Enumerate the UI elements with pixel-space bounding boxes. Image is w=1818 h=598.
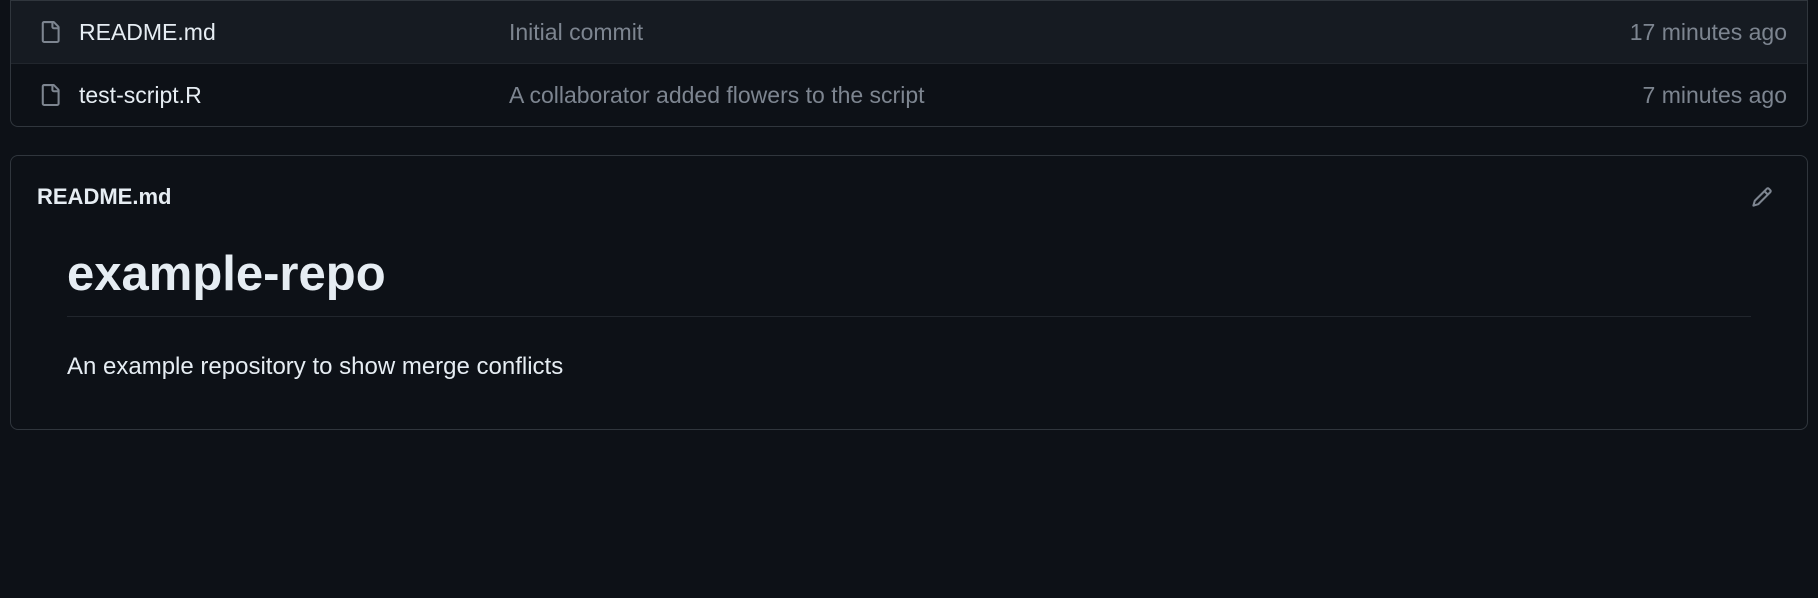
file-name-link[interactable]: test-script.R [79, 82, 509, 109]
file-list: README.md Initial commit 17 minutes ago … [10, 0, 1808, 127]
readme-description: An example repository to show merge conf… [67, 353, 1751, 381]
readme-filename[interactable]: README.md [37, 184, 171, 210]
file-icon-cell [11, 21, 79, 43]
file-age: 17 minutes ago [1527, 19, 1787, 46]
file-icon [39, 21, 61, 43]
readme-panel: README.md example-repo An example reposi… [10, 155, 1808, 430]
pencil-icon [1751, 186, 1773, 208]
file-age: 7 minutes ago [1527, 82, 1787, 109]
readme-heading: example-repo [67, 246, 1751, 317]
file-row[interactable]: test-script.R A collaborator added flowe… [11, 63, 1807, 126]
commit-message-link[interactable]: A collaborator added flowers to the scri… [509, 82, 1527, 109]
file-name-link[interactable]: README.md [79, 19, 509, 46]
file-icon [39, 84, 61, 106]
readme-body: example-repo An example repository to sh… [11, 226, 1807, 429]
edit-readme-button[interactable] [1743, 178, 1781, 216]
commit-message-link[interactable]: Initial commit [509, 19, 1527, 46]
readme-header: README.md [11, 156, 1807, 226]
file-icon-cell [11, 84, 79, 106]
file-row[interactable]: README.md Initial commit 17 minutes ago [11, 0, 1807, 63]
